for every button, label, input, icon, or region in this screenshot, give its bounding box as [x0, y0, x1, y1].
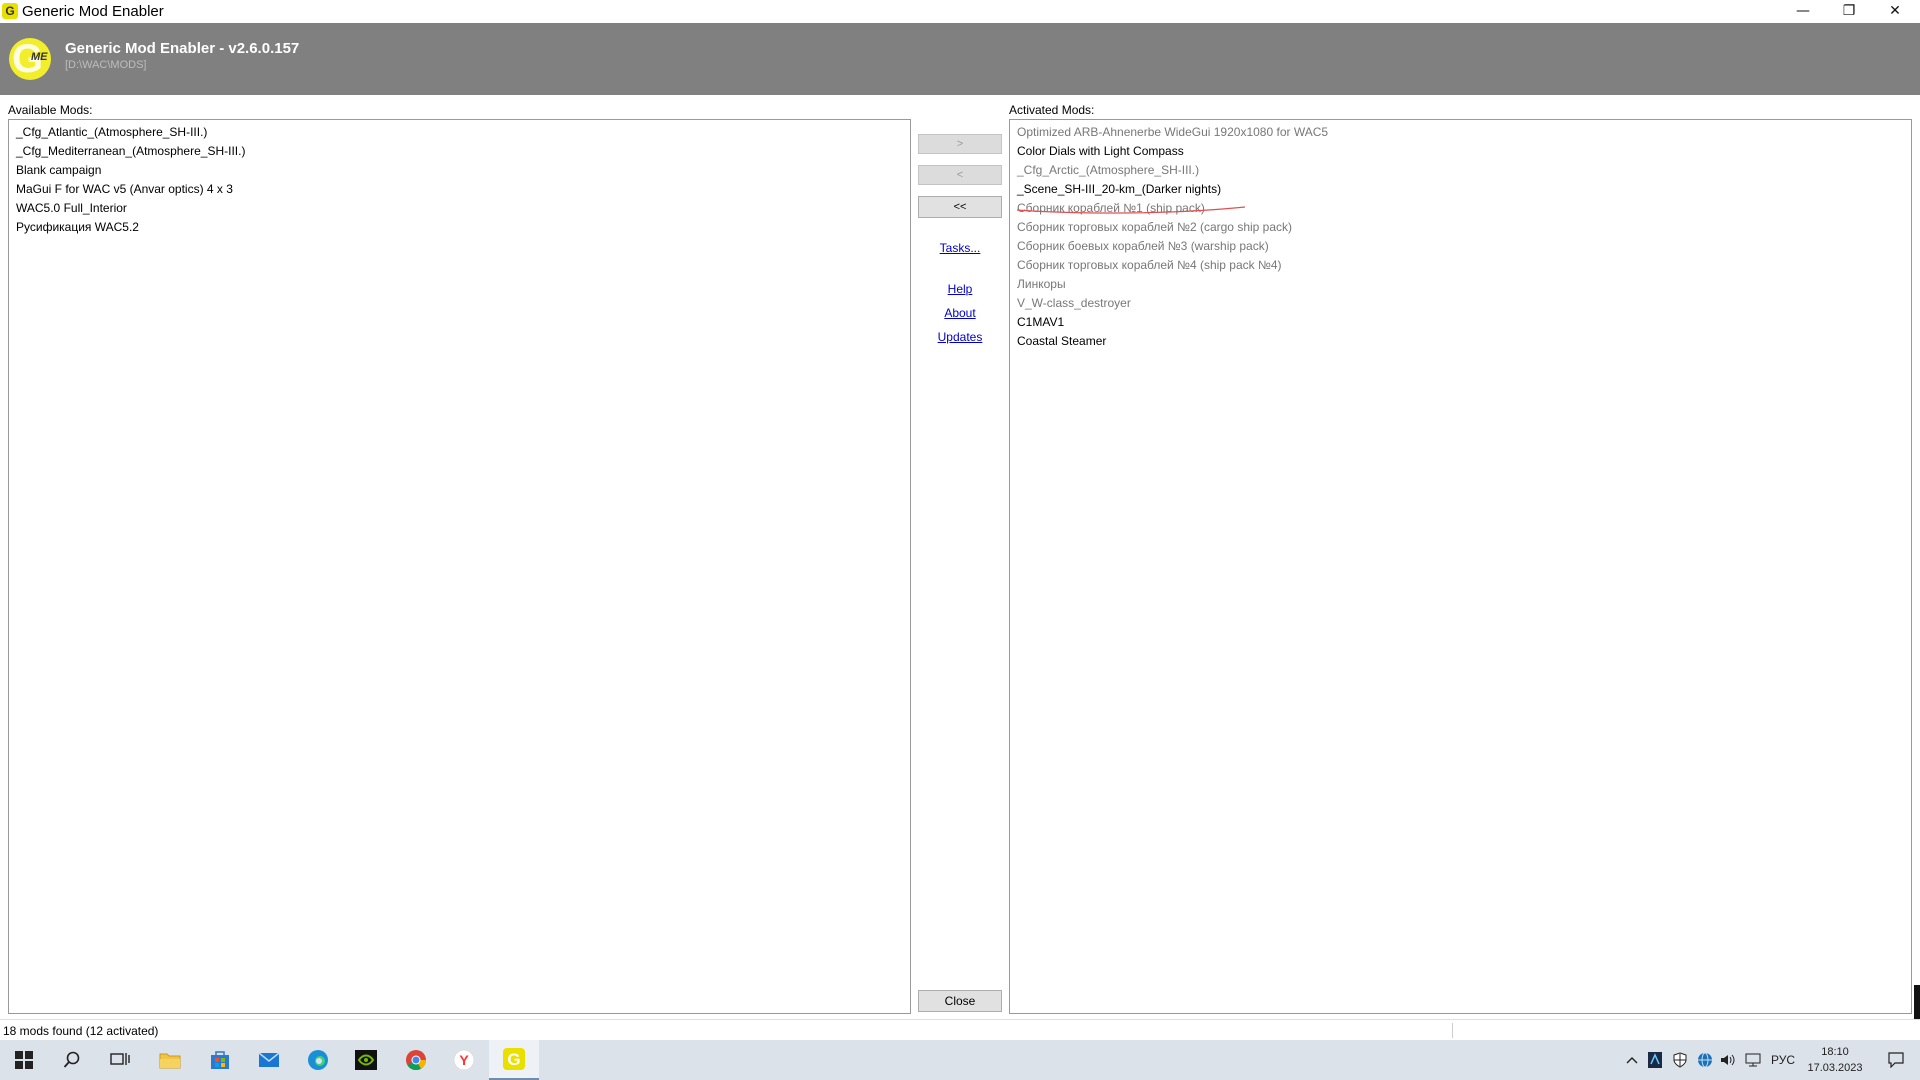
available-mod-item[interactable]: WAC5.0 Full_Interior	[16, 199, 910, 218]
activated-mod-item[interactable]: _Scene_SH-III_20-km_(Darker nights)	[1017, 180, 1911, 199]
activated-mod-item[interactable]: Optimized ARB-Ahnenerbe WideGui 1920x108…	[1017, 123, 1911, 142]
notifications-icon[interactable]	[1876, 1040, 1916, 1080]
tray-language[interactable]: РУС	[1768, 1040, 1798, 1080]
app-header: G ME Generic Mod Enabler - v2.6.0.157 [D…	[0, 23, 1920, 95]
svg-text:Y: Y	[459, 1052, 469, 1068]
start-windows-icon[interactable]	[0, 1040, 48, 1080]
tray-chevron-up-icon[interactable]	[1622, 1040, 1642, 1080]
tray-clock[interactable]: 18:10 17.03.2023	[1800, 1044, 1870, 1076]
tray-volume-icon[interactable]	[1718, 1040, 1738, 1080]
restore-button[interactable]: ❐	[1826, 0, 1872, 23]
tray-security-icon[interactable]	[1670, 1040, 1690, 1080]
activated-mods-list[interactable]: Optimized ARB-Ahnenerbe WideGui 1920x108…	[1009, 119, 1912, 1014]
available-mods-label: Available Mods:	[8, 103, 93, 117]
deactivate-all-button[interactable]: <<	[918, 196, 1002, 218]
gme-logo: G ME	[9, 37, 51, 81]
status-separator	[1452, 1023, 1453, 1038]
mail-icon[interactable]	[245, 1040, 293, 1080]
available-mod-item[interactable]: Русификация WAC5.2	[16, 218, 910, 237]
available-mod-item[interactable]: Blank campaign	[16, 161, 910, 180]
nvidia-icon[interactable]	[342, 1040, 390, 1080]
clock-time: 18:10	[1821, 1046, 1849, 1058]
activate-button[interactable]: >	[918, 134, 1002, 154]
status-text: 18 mods found (12 activated)	[3, 1024, 159, 1038]
chrome-icon[interactable]	[392, 1040, 440, 1080]
search-icon[interactable]	[48, 1040, 96, 1080]
taskbar: Y G РУС 18:10 17.03.2023	[0, 1040, 1920, 1080]
gme-taskbar-icon[interactable]: G	[489, 1040, 539, 1080]
activated-mod-item[interactable]: _Cfg_Arctic_(Atmosphere_SH-III.)	[1017, 161, 1911, 180]
close-window-button[interactable]: ✕	[1872, 0, 1918, 23]
updates-link[interactable]: Updates	[915, 330, 1005, 344]
svg-text:G: G	[507, 1050, 520, 1069]
available-mod-item[interactable]: _Cfg_Mediterranean_(Atmosphere_SH-III.)	[16, 142, 910, 161]
available-mod-item[interactable]: MaGui F for WAC v5 (Anvar optics) 4 x 3	[16, 180, 910, 199]
task-view-icon[interactable]	[96, 1040, 144, 1080]
logo-subtext: ME	[31, 51, 48, 63]
tasks-link[interactable]: Tasks...	[915, 241, 1005, 255]
app-title: Generic Mod Enabler - v2.6.0.157	[65, 40, 300, 57]
activated-mod-item[interactable]: Сборник боевых кораблей №3 (warship pack…	[1017, 237, 1911, 256]
about-link[interactable]: About	[915, 306, 1005, 320]
activated-mod-item[interactable]: Color Dials with Light Compass	[1017, 142, 1911, 161]
edge-browser-icon[interactable]	[294, 1040, 342, 1080]
tray-ethernet-icon[interactable]	[1742, 1040, 1764, 1080]
file-explorer-icon[interactable]	[146, 1040, 194, 1080]
window-titlebar: G Generic Mod Enabler — ❐ ✕	[0, 0, 1920, 23]
activated-mod-item[interactable]: Coastal Steamer	[1017, 332, 1911, 351]
microsoft-store-icon[interactable]	[196, 1040, 244, 1080]
deactivate-button[interactable]: <	[918, 165, 1002, 185]
app-icon: G	[2, 3, 18, 19]
activated-mods-label: Activated Mods:	[1009, 103, 1095, 117]
help-link[interactable]: Help	[915, 282, 1005, 296]
tray-app-icon[interactable]	[1645, 1040, 1665, 1080]
activated-mod-item[interactable]: V_W-class_destroyer	[1017, 294, 1911, 313]
mods-path: [D:\WAC\MODS]	[65, 59, 147, 71]
activated-mod-item[interactable]: Линкоры	[1017, 275, 1911, 294]
yandex-browser-icon[interactable]: Y	[440, 1040, 488, 1080]
close-button[interactable]: Close	[918, 990, 1002, 1012]
activated-mod-item[interactable]: Сборник торговых кораблей №2 (cargo ship…	[1017, 218, 1911, 237]
activated-mod-item[interactable]: Сборник торговых кораблей №4 (ship pack …	[1017, 256, 1911, 275]
minimize-button[interactable]: —	[1780, 0, 1826, 23]
activated-mod-item[interactable]: C1MAV1	[1017, 313, 1911, 332]
clock-date: 17.03.2023	[1807, 1062, 1863, 1074]
available-mods-list[interactable]: _Cfg_Atlantic_(Atmosphere_SH-III.) _Cfg_M…	[8, 119, 911, 1014]
status-bar: 18 mods found (12 activated)	[0, 1019, 1920, 1041]
red-annotation-underline	[1016, 206, 1246, 214]
window-title: Generic Mod Enabler	[22, 3, 164, 20]
tray-network-globe-icon[interactable]	[1695, 1040, 1715, 1080]
available-mod-item[interactable]: _Cfg_Atlantic_(Atmosphere_SH-III.)	[16, 123, 910, 142]
